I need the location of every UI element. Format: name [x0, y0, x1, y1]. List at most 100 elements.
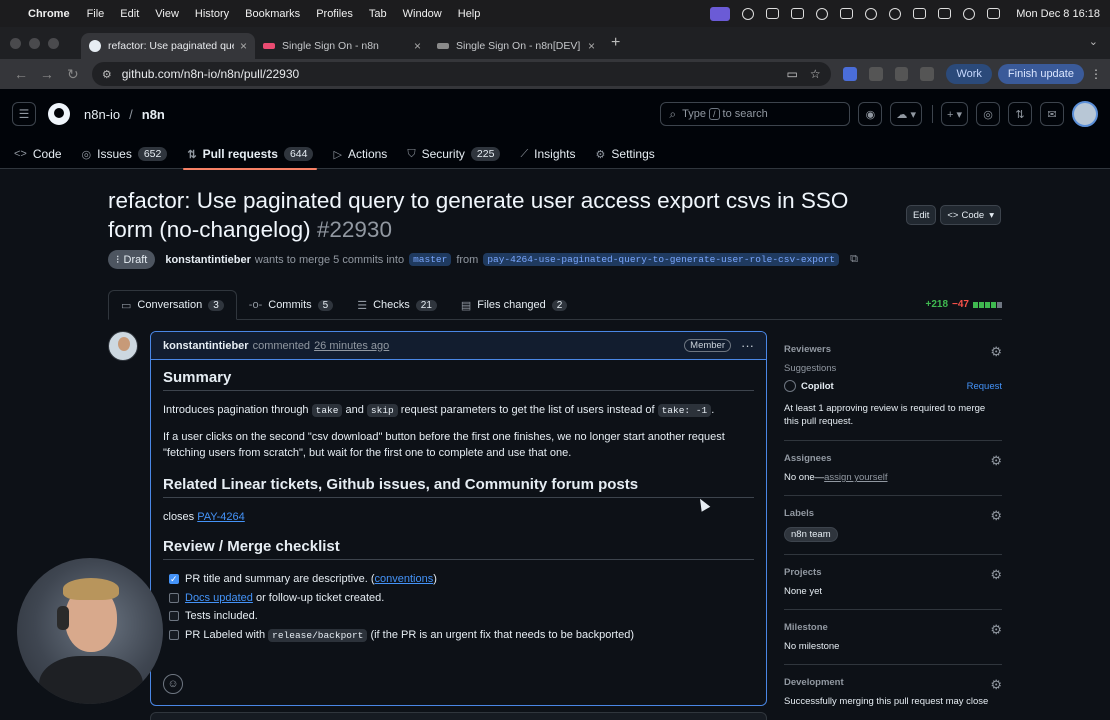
search-input[interactable]: ⌕ Type / to search	[660, 102, 851, 126]
keyboard-input-icon[interactable]	[913, 8, 927, 19]
site-info-icon[interactable]: ⚙	[102, 68, 112, 81]
gear-icon[interactable]: ⚙	[990, 453, 1002, 469]
tab-code[interactable]: <> Code	[14, 139, 62, 169]
browser-tab-pr[interactable]: refactor: Use paginated query to ×	[81, 33, 255, 59]
status-icon[interactable]	[766, 8, 780, 19]
bookmark-star-icon[interactable]: ☆	[810, 67, 821, 81]
back-arrow-icon[interactable]: ←	[8, 66, 34, 82]
tab-files-changed[interactable]: ▤ Files changed 2	[449, 290, 579, 320]
menu-view[interactable]: View	[155, 8, 179, 20]
request-review-link[interactable]: Request	[967, 381, 1002, 392]
conventions-link[interactable]: conventions	[375, 573, 434, 585]
download-icon[interactable]	[920, 67, 935, 81]
reload-icon[interactable]: ↻	[60, 66, 86, 83]
tab-search-chevron-icon[interactable]: ⌄	[1089, 35, 1098, 48]
tab-issues[interactable]: ◎ Issues 652	[82, 139, 168, 169]
battery-icon[interactable]	[938, 8, 952, 19]
repo-name-link[interactable]: n8n	[142, 107, 165, 122]
ticket-link[interactable]: PAY-4264	[197, 511, 245, 523]
issues-icon[interactable]: ◎	[976, 102, 1000, 126]
gear-icon[interactable]: ⚙	[990, 344, 1002, 360]
new-tab-button[interactable]: +	[611, 34, 620, 52]
pull-requests-icon[interactable]: ⇅	[1008, 102, 1032, 126]
gear-icon[interactable]: ⚙	[990, 677, 1002, 693]
tab-pull-requests[interactable]: ⇅ Pull requests 644	[183, 139, 318, 170]
tab-conversation[interactable]: ▭ Conversation 3	[108, 290, 237, 320]
label-badge[interactable]: n8n team	[784, 527, 838, 542]
code-dropdown-button[interactable]: <> Code ▾	[940, 205, 1001, 225]
docs-link[interactable]: Docs updated	[185, 592, 253, 604]
status-icon[interactable]	[816, 7, 829, 20]
user-avatar[interactable]	[1072, 101, 1098, 127]
play-icon[interactable]	[889, 7, 902, 20]
menu-profiles[interactable]: Profiles	[316, 8, 353, 20]
inbox-icon[interactable]: ✉	[1040, 102, 1064, 126]
status-icon[interactable]	[840, 8, 854, 19]
moon-icon[interactable]	[865, 7, 878, 20]
avatar[interactable]	[108, 331, 138, 361]
assign-yourself-link[interactable]: assign yourself	[824, 472, 887, 483]
copilot-icon[interactable]: ◉	[858, 102, 883, 126]
checkbox[interactable]	[169, 630, 179, 640]
head-branch[interactable]: pay-4264-use-paginated-query-to-generate…	[483, 253, 840, 266]
menu-bookmarks[interactable]: Bookmarks	[245, 8, 300, 20]
menu-file[interactable]: File	[87, 8, 105, 20]
repo-owner-link[interactable]: n8n-io	[84, 107, 120, 122]
copilot-menu-icon[interactable]: ☁ ▾	[890, 102, 922, 126]
comment-author-link[interactable]: konstantintieber	[163, 340, 249, 352]
menu-edit[interactable]: Edit	[120, 8, 139, 20]
add-reaction-icon[interactable]: ☺	[163, 674, 183, 694]
zoom-window-button[interactable]	[48, 37, 59, 49]
menu-tab[interactable]: Tab	[369, 8, 387, 20]
close-tab-icon[interactable]: ×	[588, 39, 595, 53]
gear-icon[interactable]: ⚙	[990, 567, 1002, 583]
tab-commits[interactable]: -o- Commits 5	[237, 290, 345, 320]
pr-author-link[interactable]: konstantintieber	[165, 254, 251, 266]
checkbox[interactable]	[169, 592, 179, 603]
status-icon[interactable]	[791, 8, 805, 19]
forward-arrow-icon[interactable]: →	[34, 66, 60, 82]
tab-insights[interactable]: ⟋ Insights	[520, 139, 575, 169]
gear-icon[interactable]: ⚙	[990, 508, 1002, 524]
tab-actions[interactable]: ▷ Actions	[333, 139, 387, 169]
address-bar[interactable]: ⚙ github.com/n8n-io/n8n/pull/22930 ▭ ☆	[91, 62, 831, 86]
github-logo-icon[interactable]	[48, 103, 70, 125]
menu-history[interactable]: History	[195, 8, 229, 20]
minimize-window-button[interactable]	[29, 37, 40, 49]
comment-timestamp[interactable]: 26 minutes ago	[314, 340, 389, 352]
finish-update-button[interactable]: Finish update	[997, 64, 1084, 84]
menu-clock[interactable]: Mon Dec 8 16:18	[1016, 8, 1100, 20]
create-new-button[interactable]: + ▾	[940, 102, 968, 126]
chrome-menu-icon[interactable]: ⋮	[1090, 67, 1102, 81]
base-branch[interactable]: master	[409, 253, 452, 266]
browser-tab-sso[interactable]: Single Sign On - n8n ×	[255, 33, 429, 59]
wifi-icon[interactable]	[963, 7, 976, 20]
url-text[interactable]: github.com/n8n-io/n8n/pull/22930	[122, 67, 299, 81]
screen-record-icon[interactable]	[710, 6, 731, 21]
extensions-puzzle-icon[interactable]	[894, 67, 909, 81]
menu-window[interactable]: Window	[403, 8, 442, 20]
tab-settings[interactable]: ⚙ Settings	[596, 139, 655, 169]
tab-security[interactable]: ⛉ Security 225	[407, 139, 501, 169]
cast-icon[interactable]: ▭	[786, 67, 797, 81]
menu-help[interactable]: Help	[458, 8, 481, 20]
status-icon[interactable]	[742, 7, 755, 20]
checkbox[interactable]	[169, 611, 179, 621]
tab-checks[interactable]: ☰ Checks 21	[345, 290, 449, 320]
more-options-icon[interactable]: ···	[741, 338, 754, 353]
copy-icon[interactable]: ⧉	[850, 253, 858, 266]
menu-app-name[interactable]: Chrome	[28, 8, 70, 20]
checkbox-checked[interactable]	[169, 571, 179, 587]
close-tab-icon[interactable]: ×	[414, 39, 421, 53]
gear-icon[interactable]: ⚙	[990, 622, 1002, 638]
edit-title-button[interactable]: Edit	[906, 205, 937, 225]
extension-icon[interactable]	[842, 67, 857, 81]
close-tab-icon[interactable]: ×	[240, 39, 247, 53]
close-window-button[interactable]	[10, 37, 21, 49]
profile-work-button[interactable]: Work	[946, 64, 992, 84]
hamburger-menu-icon[interactable]: ☰	[12, 102, 36, 126]
control-center-icon[interactable]	[987, 8, 1001, 19]
heading-summary: Summary	[163, 370, 754, 391]
extension-icon[interactable]	[868, 67, 883, 81]
browser-tab-sso-dev[interactable]: Single Sign On - n8n[DEV] ×	[429, 33, 603, 59]
